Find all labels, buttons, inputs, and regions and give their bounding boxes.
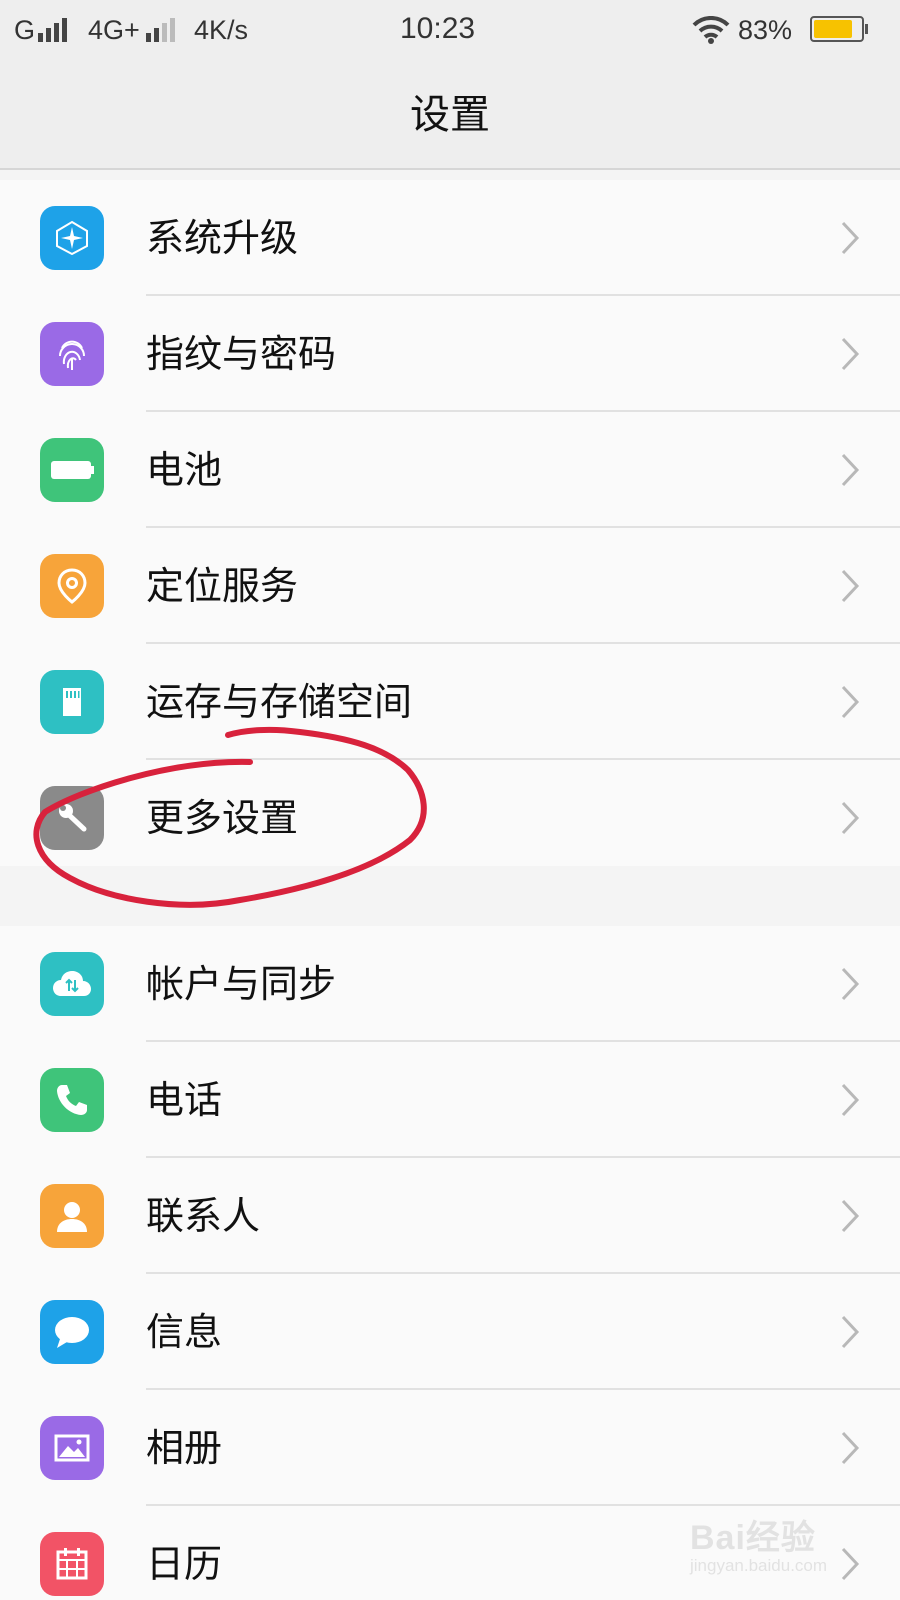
settings-item-label: 运存与存储空间 xyxy=(146,680,413,724)
chevron-right-icon xyxy=(841,967,860,1001)
watermark-text: Bai经验 xyxy=(690,1519,816,1557)
settings-item-fingerprint-password[interactable]: 指纹与密码 xyxy=(0,296,900,412)
settings-item-label: 帐户与同步 xyxy=(146,962,337,1006)
settings-section-1: 系统升级 指纹与密码 电池 定位服务 运存与存储空间 更多设置 xyxy=(0,180,900,866)
settings-section-2: 帐户与同步 电话 联系人 信息 相册 日历 xyxy=(0,926,900,1600)
settings-item-label: 日历 xyxy=(146,1542,223,1586)
chevron-right-icon xyxy=(841,221,860,255)
fingerprint-icon xyxy=(40,322,104,386)
settings-item-label: 指纹与密码 xyxy=(146,332,337,376)
chevron-right-icon xyxy=(841,1199,860,1233)
chevron-right-icon xyxy=(841,569,860,603)
wifi-icon xyxy=(692,16,730,44)
settings-item-memory-storage[interactable]: 运存与存储空间 xyxy=(0,644,900,760)
settings-item-label: 更多设置 xyxy=(146,796,299,840)
settings-item-label: 电池 xyxy=(146,448,223,492)
wrench-icon xyxy=(40,786,104,850)
settings-item-label: 电话 xyxy=(146,1078,223,1122)
chevron-right-icon xyxy=(841,1083,860,1117)
settings-item-account-sync[interactable]: 帐户与同步 xyxy=(0,926,900,1042)
sd-card-icon xyxy=(40,670,104,734)
settings-item-location[interactable]: 定位服务 xyxy=(0,528,900,644)
status-bar: G 4G+ 4K/s 10:23 83% xyxy=(0,0,900,60)
settings-item-contacts[interactable]: 联系人 xyxy=(0,1158,900,1274)
cloud-sync-icon xyxy=(40,952,104,1016)
settings-item-label: 相册 xyxy=(146,1426,223,1470)
signal-strength-icon-2 xyxy=(146,16,175,42)
network-speed: 4K/s xyxy=(194,15,249,45)
battery-icon xyxy=(810,16,864,42)
baidu-jingyan-watermark: Bai经验 jingyan.baidu.com xyxy=(690,1510,890,1580)
location-pin-icon xyxy=(40,554,104,618)
page-title: 设置 xyxy=(410,92,490,138)
contact-person-icon xyxy=(40,1184,104,1248)
chevron-right-icon xyxy=(841,1431,860,1465)
settings-item-label: 系统升级 xyxy=(146,216,299,260)
clock: 10:23 xyxy=(400,12,476,45)
system-update-icon xyxy=(40,206,104,270)
settings-item-messages[interactable]: 信息 xyxy=(0,1274,900,1390)
chevron-right-icon xyxy=(841,453,860,487)
phone-icon xyxy=(40,1068,104,1132)
settings-item-system-update[interactable]: 系统升级 xyxy=(0,180,900,296)
battery-icon xyxy=(40,438,104,502)
chevron-right-icon xyxy=(841,1315,860,1349)
battery-percent: 83% xyxy=(738,15,793,45)
message-bubble-icon xyxy=(40,1300,104,1364)
settings-item-battery[interactable]: 电池 xyxy=(0,412,900,528)
chevron-right-icon xyxy=(841,801,860,835)
calendar-icon xyxy=(40,1532,104,1596)
title-bar: 设置 xyxy=(0,60,900,170)
settings-item-album[interactable]: 相册 xyxy=(0,1390,900,1506)
settings-item-phone[interactable]: 电话 xyxy=(0,1042,900,1158)
settings-item-label: 定位服务 xyxy=(146,564,299,608)
signal-strength-icon xyxy=(38,16,67,42)
settings-item-more-settings[interactable]: 更多设置 xyxy=(0,760,900,876)
settings-item-label: 信息 xyxy=(146,1310,223,1354)
settings-item-label: 联系人 xyxy=(146,1194,261,1238)
album-icon xyxy=(40,1416,104,1480)
watermark-url: jingyan.baidu.com xyxy=(690,1556,828,1575)
chevron-right-icon xyxy=(841,685,860,719)
chevron-right-icon xyxy=(841,337,860,371)
carrier-label-1: G xyxy=(14,15,36,45)
carrier-label-2: 4G+ xyxy=(88,15,140,45)
